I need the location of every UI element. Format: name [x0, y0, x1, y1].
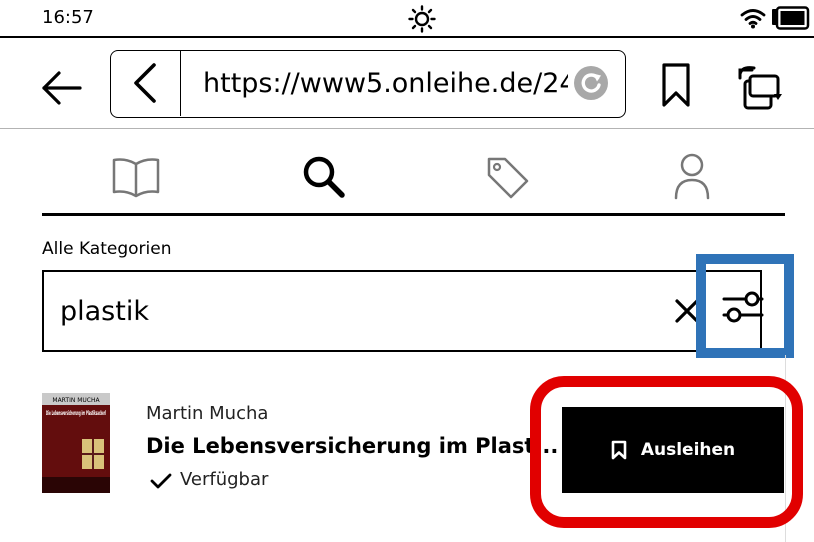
- wifi-icon: [740, 9, 766, 29]
- tab-search-icon[interactable]: [294, 150, 354, 202]
- result-author: Martin Mucha: [146, 403, 269, 424]
- status-divider: [0, 36, 814, 38]
- book-cover[interactable]: MARTIN MUCHA Die Lebensversicherung im P…: [42, 393, 110, 493]
- tab-bar-divider: [42, 213, 785, 216]
- bookmark-icon: [611, 440, 627, 460]
- address-bar[interactable]: https://www5.onleihe.de/247t: [110, 50, 626, 118]
- filter-sliders-icon[interactable]: [722, 286, 764, 328]
- bookmark-icon[interactable]: [660, 62, 692, 108]
- cover-title: Die Lebensversicherung im Plastiksackerl: [46, 410, 106, 417]
- chevron-left-icon: [134, 63, 156, 103]
- status-time: 16:57: [42, 7, 94, 28]
- search-input[interactable]: [60, 290, 640, 332]
- back-arrow-icon[interactable]: [40, 68, 84, 108]
- availability-status: Verfügbar: [180, 469, 269, 490]
- url-back-button[interactable]: [111, 51, 181, 116]
- borrow-button[interactable]: Ausleihen: [562, 407, 784, 493]
- url-text[interactable]: https://www5.onleihe.de/247t: [203, 67, 568, 101]
- brightness-icon[interactable]: [408, 5, 436, 33]
- search-box: [42, 270, 762, 352]
- reload-icon[interactable]: [573, 65, 609, 101]
- battery-icon: [772, 6, 810, 30]
- result-title[interactable]: Die Lebensversicherung im Plast...: [146, 432, 558, 460]
- browser-divider: [0, 128, 814, 129]
- borrow-button-label: Ausleihen: [640, 440, 736, 460]
- tab-library-book-icon[interactable]: [106, 150, 166, 202]
- checkmark-icon: [150, 473, 172, 489]
- tab-account-user-icon[interactable]: [662, 150, 722, 202]
- rotate-screen-icon[interactable]: [734, 64, 784, 112]
- category-label[interactable]: Alle Kategorien: [42, 238, 171, 260]
- tab-tag-icon[interactable]: [478, 150, 538, 202]
- cover-author: MARTIN MUCHA: [52, 397, 100, 404]
